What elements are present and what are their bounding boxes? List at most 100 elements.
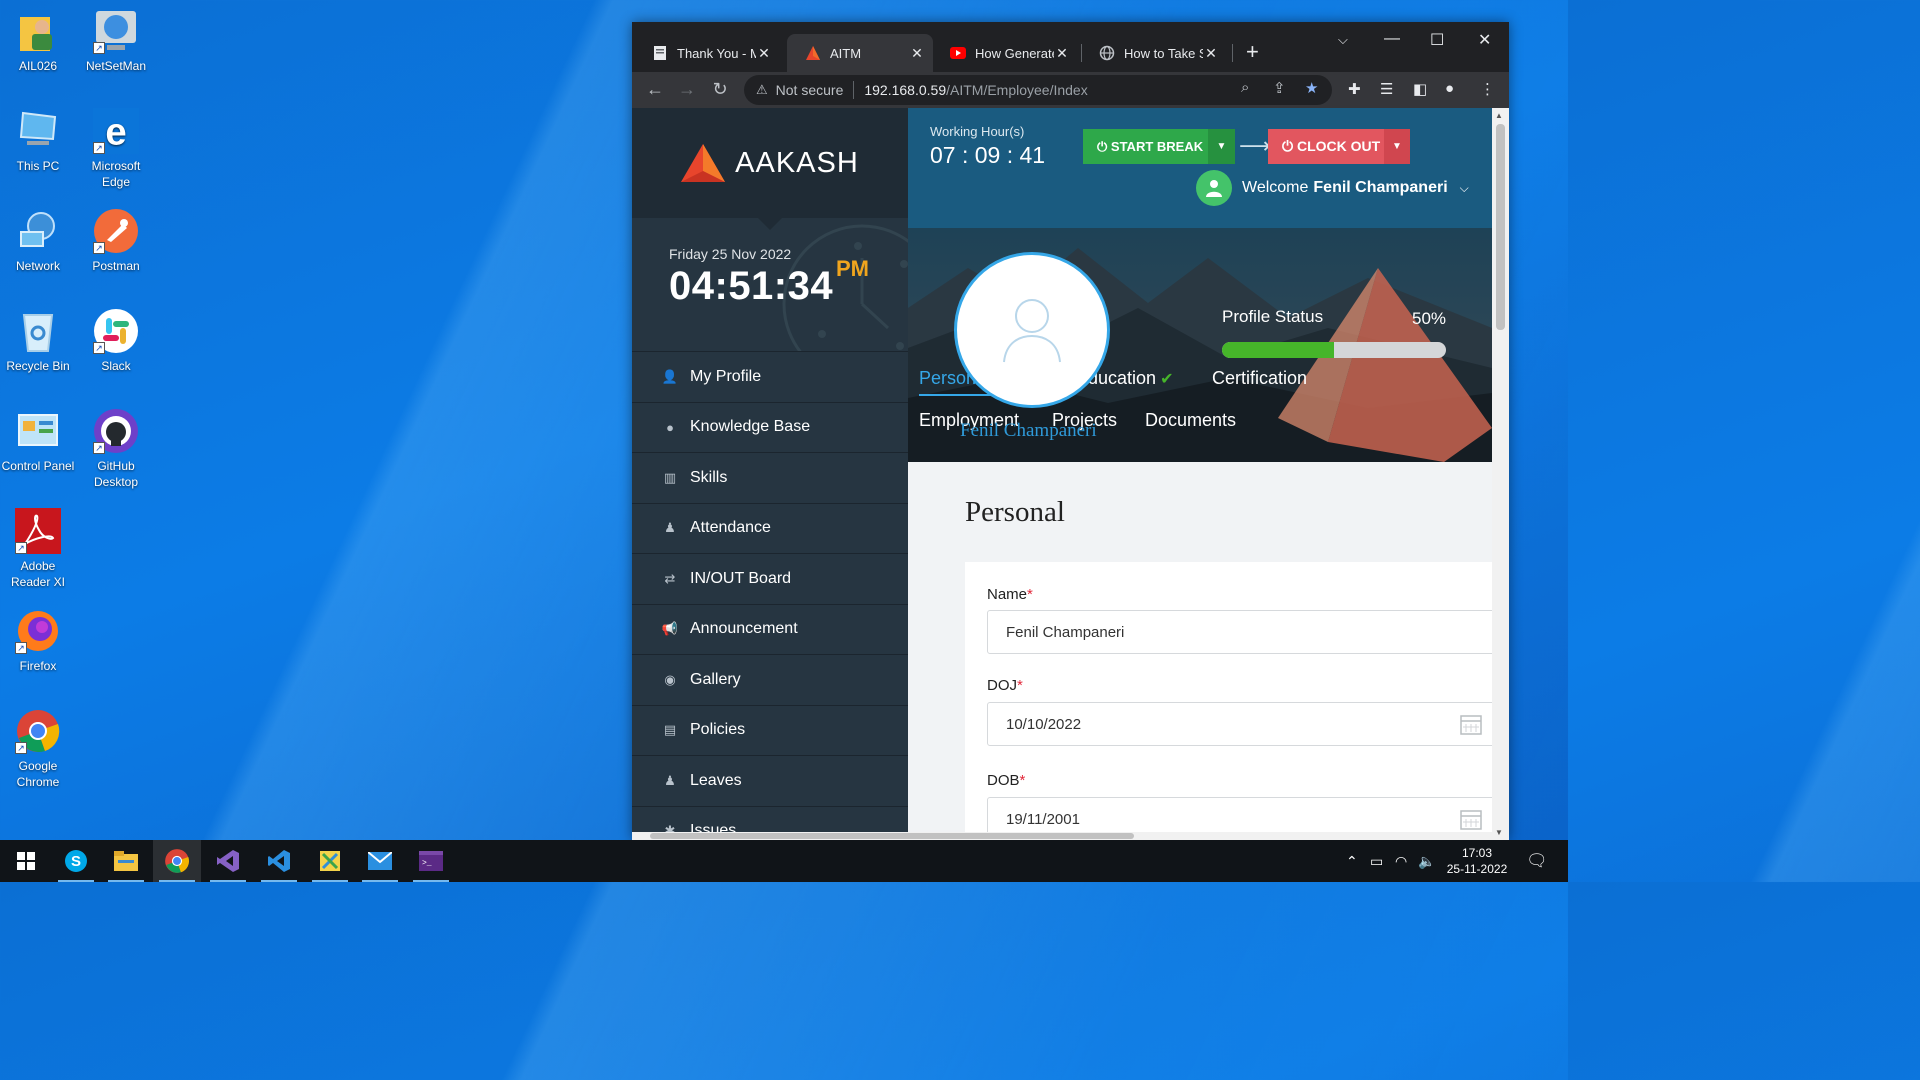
desktop-icon-recycle-bin[interactable]: Recycle Bin (0, 308, 76, 374)
desktop-icon-github-desktop[interactable]: ↗ GitHub Desktop (78, 408, 154, 490)
close-icon[interactable]: ✕ (756, 45, 772, 62)
sidebar-item-my-profile[interactable]: 👤 My Profile (632, 352, 908, 403)
desktop-icon-adobe-reader[interactable]: ↗ Adobe Reader XI (0, 508, 76, 590)
menu-kebab-icon[interactable]: ⋮ (1480, 80, 1495, 98)
desktop-icon-slack[interactable]: ↗ Slack (78, 308, 154, 374)
taskbar-chrome[interactable] (153, 840, 201, 882)
desktop-icon-control-panel[interactable]: Control Panel (0, 408, 76, 474)
sidebar-item-label: IN/OUT Board (690, 569, 792, 587)
minimize-icon[interactable]: — (1384, 30, 1400, 48)
person-icon: ♟ (664, 520, 676, 536)
tab-thank-you[interactable]: Thank You - My ✕ (634, 34, 780, 72)
close-icon[interactable]: ✕ (1203, 45, 1219, 62)
desktop-icon-google-chrome[interactable]: ↗ Google Chrome (0, 708, 76, 790)
sidebar-item-attendance[interactable]: ♟ Attendance (632, 504, 908, 554)
new-tab-button[interactable]: + (1246, 39, 1259, 65)
wifi-icon[interactable]: ◠ (1395, 853, 1407, 870)
security-status[interactable]: Not secure (776, 82, 844, 98)
calendar-icon[interactable] (1460, 808, 1482, 830)
notification-icon[interactable]: 🗨 (1526, 851, 1548, 871)
share-icon[interactable]: ⇪ (1273, 79, 1286, 97)
tab-certification[interactable]: Certification (1212, 368, 1307, 389)
sidebar-item-knowledge-base[interactable]: ● Knowledge Base (632, 403, 908, 453)
adobe-reader-icon: ↗ (15, 508, 61, 554)
visual-studio-icon (217, 850, 239, 872)
start-break-button[interactable]: ⏻ START BREAK ▼ (1083, 129, 1235, 164)
desktop-icon-microsoft-edge[interactable]: e ↗ Microsoft Edge (78, 108, 154, 190)
user-menu[interactable]: Welcome Fenil Champaneri ⌵ (1196, 170, 1469, 206)
profile-photo[interactable] (954, 252, 1110, 408)
brand-name: AAKASH (735, 146, 859, 179)
warning-icon[interactable]: ⚠ (756, 82, 768, 98)
calendar-icon[interactable] (1460, 713, 1482, 735)
taskbar-terminal[interactable]: >_ (407, 840, 455, 882)
start-break-dropdown-icon[interactable]: ▼ (1208, 129, 1235, 164)
taskbar-mail[interactable] (356, 840, 404, 882)
close-icon[interactable]: ✕ (1054, 45, 1070, 62)
sidebar-item-gallery[interactable]: ◉ Gallery (632, 655, 908, 706)
scroll-down-icon[interactable]: ▼ (1495, 828, 1503, 837)
url-path: /AITM/Employee/Index (946, 82, 1088, 98)
maximize-icon[interactable]: ☐ (1430, 30, 1444, 50)
window-close-icon[interactable]: ✕ (1478, 30, 1491, 50)
scrollbar-thumb[interactable] (650, 833, 1134, 839)
mail-icon (368, 852, 392, 870)
forward-icon[interactable]: → (676, 79, 698, 100)
desktop-icon-label: Network (15, 259, 60, 273)
taskbar-snipping-tool[interactable] (306, 840, 354, 882)
sidebar-item-skills[interactable]: ▥ Skills (632, 453, 908, 504)
zoom-icon[interactable]: ⌕ (1241, 79, 1249, 96)
taskbar-visual-studio[interactable] (204, 840, 252, 882)
tab-search-chevron-icon[interactable]: ⌵ (1338, 32, 1348, 48)
name-input[interactable] (987, 610, 1492, 654)
close-icon[interactable]: ✕ (909, 45, 925, 62)
extensions-icon[interactable]: ✚ (1348, 80, 1361, 98)
globe-icon (1099, 45, 1115, 61)
reload-icon[interactable]: ↻ (709, 79, 731, 100)
horizontal-scrollbar[interactable] (632, 832, 1492, 840)
volume-icon[interactable]: 🔈 (1418, 853, 1435, 870)
desktop-icon-network[interactable]: Network (0, 208, 76, 274)
sidebar-item-policies[interactable]: ▤ Policies (632, 706, 908, 756)
computer-icon (15, 108, 61, 154)
taskbar: S >_ ⌃ ▭ ◠ 🔈 17:03 25-11-2022 🗨 (0, 840, 1568, 882)
profile-icon[interactable]: ● (1445, 80, 1454, 97)
aakash-logo-icon (805, 45, 821, 61)
brand-logo[interactable]: AAKASH (632, 108, 908, 230)
desktop-icon-label: Postman (92, 259, 140, 273)
section-title: Personal (965, 496, 1065, 528)
side-panel-icon[interactable]: ◧ (1413, 80, 1427, 98)
media-control-icon[interactable]: ☰ (1380, 80, 1393, 98)
sidebar-item-in-out-board[interactable]: ⇄ IN/OUT Board (632, 554, 908, 605)
taskbar-vscode[interactable] (255, 840, 303, 882)
scroll-up-icon[interactable]: ▲ (1495, 111, 1503, 120)
scrollbar-thumb[interactable] (1496, 124, 1505, 330)
tab-aitm[interactable]: AITM ✕ (787, 34, 933, 72)
tab-how-generate[interactable]: How Generate ✕ (932, 34, 1078, 72)
tab-how-to-take[interactable]: How to Take Sc ✕ (1081, 34, 1227, 72)
tab-documents[interactable]: Documents (1145, 410, 1236, 431)
desktop-icon-user-folder[interactable]: AIL026 (0, 8, 76, 74)
clock-out-button[interactable]: ⏻ CLOCK OUT ▼ (1268, 129, 1410, 164)
show-hidden-icons-chevron-icon[interactable]: ⌃ (1346, 853, 1358, 870)
battery-icon[interactable]: ▭ (1370, 853, 1383, 870)
bookmark-star-icon[interactable]: ★ (1305, 79, 1318, 97)
clock[interactable]: 17:03 25-11-2022 (1440, 845, 1514, 877)
taskbar-skype[interactable]: S (52, 840, 100, 882)
bar-chart-icon: ▥ (663, 469, 677, 485)
start-button[interactable] (2, 840, 50, 882)
vertical-scrollbar[interactable]: ▲ ▼ (1492, 108, 1509, 840)
desktop-icon-netsetman[interactable]: ↗ NetSetMan (78, 8, 154, 74)
firefox-icon: ↗ (15, 608, 61, 654)
back-icon[interactable]: ← (644, 79, 666, 100)
tab-title: How to Take Sc (1124, 45, 1203, 61)
sidebar-item-announcement[interactable]: 📢 Announcement (632, 605, 908, 655)
clock-time: 04:51:34 (669, 264, 834, 308)
doj-input[interactable] (987, 702, 1492, 746)
desktop-icon-postman[interactable]: ↗ Postman (78, 208, 154, 274)
desktop-icon-firefox[interactable]: ↗ Firefox (0, 608, 76, 674)
sidebar-item-leaves[interactable]: ♟ Leaves (632, 756, 908, 807)
taskbar-file-explorer[interactable] (102, 840, 150, 882)
clock-out-dropdown-icon[interactable]: ▼ (1384, 129, 1410, 164)
desktop-icon-this-pc[interactable]: This PC (0, 108, 76, 174)
